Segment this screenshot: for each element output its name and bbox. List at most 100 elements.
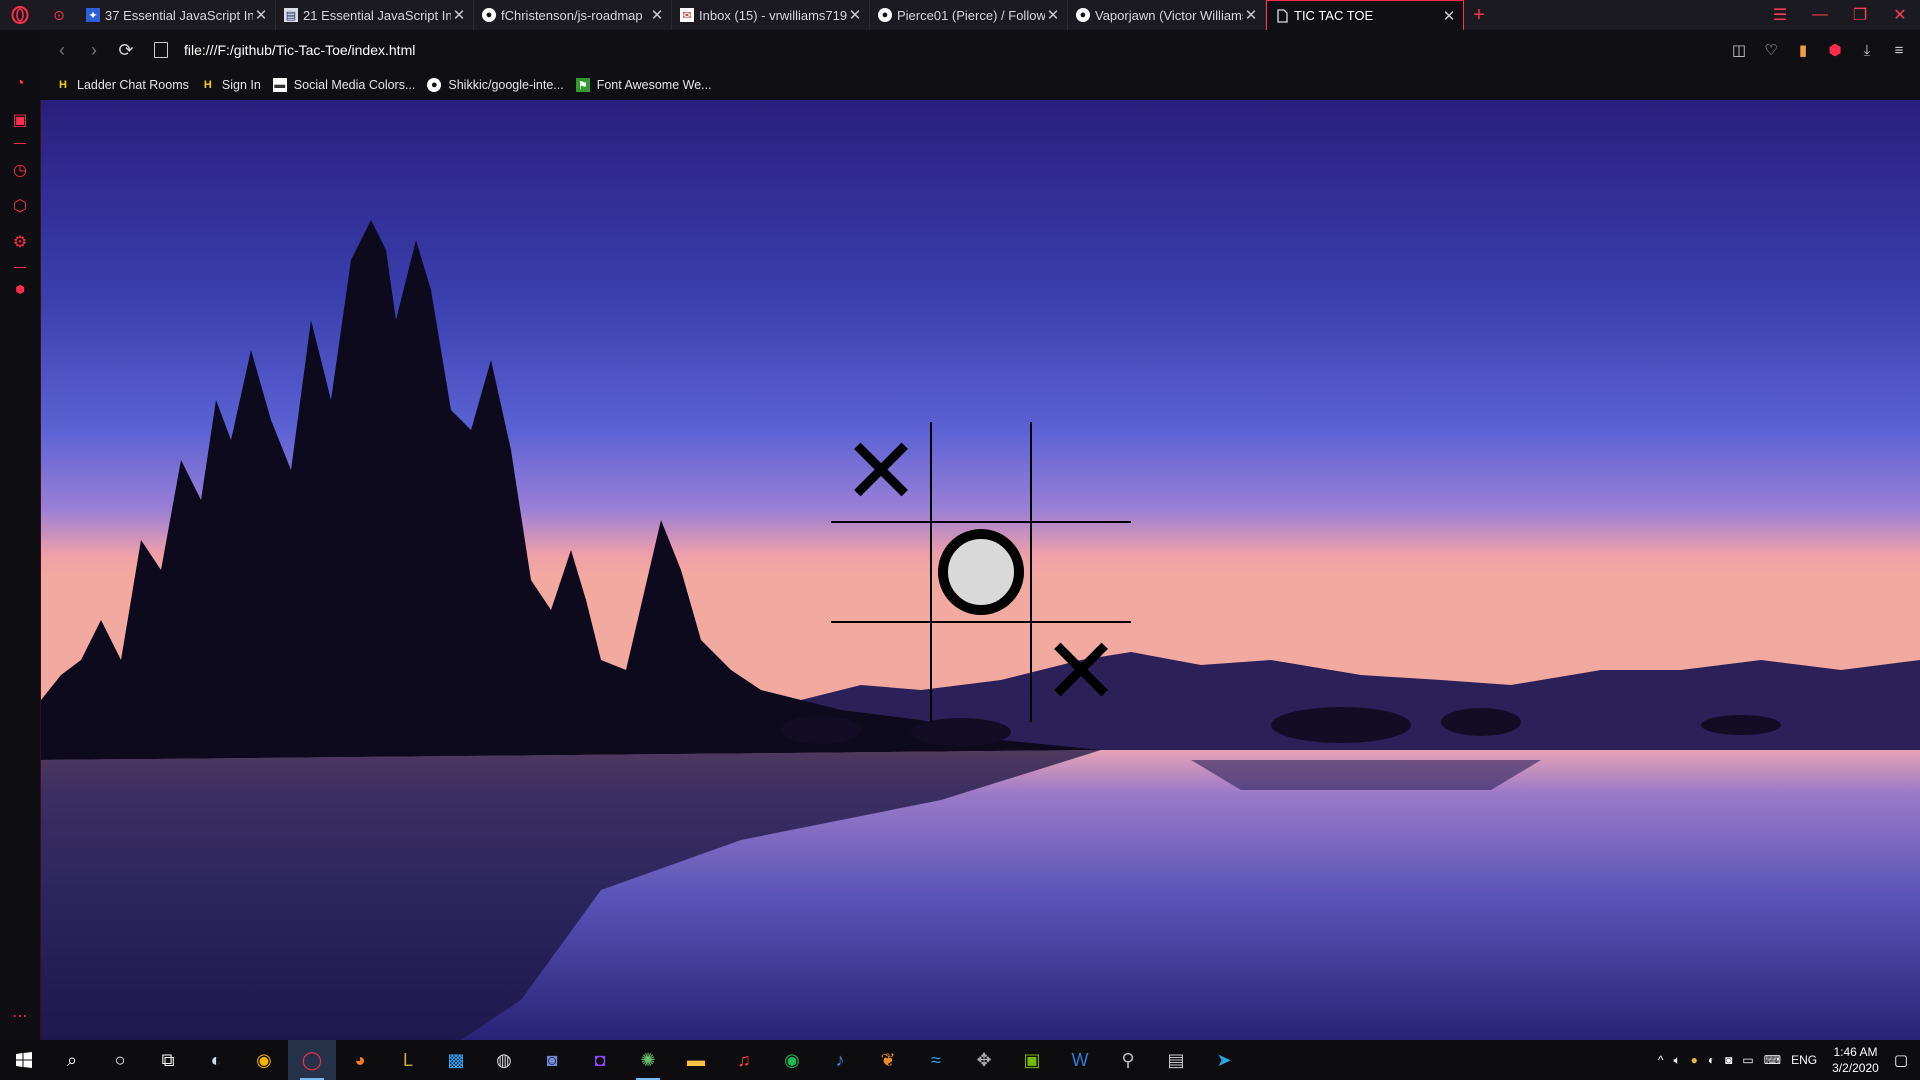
board-cell-6[interactable] — [1031, 522, 1131, 622]
minimize-icon[interactable]: — — [1800, 6, 1840, 24]
opera-logo-icon — [11, 6, 29, 24]
tab-title: Vaporjawn (Victor Williams) — [1095, 7, 1243, 23]
extension-icon[interactable]: ▮ — [1792, 41, 1814, 59]
fontawesome-icon: ⚑ — [575, 78, 590, 92]
url-field[interactable]: file:///F:/github/Tic-Tac-Toe/index.html — [154, 42, 415, 58]
language-indicator[interactable]: ENG — [1791, 1053, 1817, 1067]
clock[interactable]: 1:46 AM 3/2/2020 — [1832, 1044, 1879, 1076]
bookmark-item[interactable]: H Ladder Chat Rooms — [56, 78, 189, 92]
bookmark-item[interactable]: ▬ Social Media Colors... — [272, 78, 415, 92]
network-icon[interactable]: ▭ — [1742, 1053, 1753, 1067]
tray-app-icon[interactable]: ● — [1691, 1053, 1698, 1067]
nvidia-icon[interactable]: ▣ — [1008, 1040, 1056, 1080]
obs-icon[interactable]: ◍ — [480, 1040, 528, 1080]
tab-item[interactable]: ● Pierce01 (Pierce) / Followin ✕ — [870, 0, 1068, 30]
tab-item[interactable]: ✦ 37 Essential JavaScript Inte ✕ — [78, 0, 276, 30]
steam-icon[interactable]: ◐ — [192, 1040, 240, 1080]
board-cell-3[interactable] — [1031, 422, 1131, 522]
keyboard-icon[interactable]: ⌨ — [1764, 1053, 1781, 1067]
restore-icon[interactable]: ❐ — [1840, 5, 1880, 25]
tab-item-active[interactable]: TIC TAC TOE ✕ — [1266, 0, 1464, 30]
sidebar-more-icon[interactable]: ⋯ — [0, 1006, 40, 1026]
gamepad-tab-icon[interactable]: ⊙ — [40, 0, 78, 30]
task-view-icon[interactable]: ⧉ — [144, 1040, 192, 1080]
history-icon[interactable]: ◷ — [0, 160, 40, 180]
tab-item[interactable]: ✉ Inbox (15) - vrwilliams719 ✕ — [672, 0, 870, 30]
discord-icon[interactable]: ◙ — [528, 1040, 576, 1080]
bookmark-item[interactable]: ● Shikkic/google-inte... — [427, 78, 564, 92]
atom-icon[interactable]: ✺ — [624, 1040, 672, 1080]
notifications-icon[interactable]: ▢ — [1894, 1051, 1908, 1069]
bookmark-item[interactable]: H Sign In — [201, 78, 261, 92]
ublock-sidebar-icon[interactable]: ⬢ — [0, 283, 40, 296]
url-text[interactable]: file:///F:/github/Tic-Tac-Toe/index.html — [184, 42, 415, 58]
tab-menu-icon[interactable]: ☰ — [1760, 5, 1800, 25]
speed-dial-icon[interactable]: ◔ — [0, 75, 40, 93]
close-tab-icon[interactable]: ✕ — [1243, 6, 1259, 24]
easy-setup-icon[interactable]: ≡ — [1888, 42, 1910, 59]
tray-overflow-icon[interactable]: ^ — [1658, 1053, 1664, 1067]
reload-icon[interactable]: ⟳ — [110, 40, 142, 61]
twitch-icon[interactable]: ◘ — [576, 1040, 624, 1080]
close-window-icon[interactable]: ✕ — [1880, 5, 1920, 25]
spotify-icon[interactable]: ◉ — [768, 1040, 816, 1080]
tab-item[interactable]: ● Vaporjawn (Victor Williams) ✕ — [1068, 0, 1266, 30]
twitch-sidebar-icon[interactable]: ▣ — [0, 110, 40, 130]
download-icon[interactable]: ⤓ — [1856, 42, 1878, 59]
word-icon[interactable]: W — [1056, 1040, 1104, 1080]
o-mark — [938, 529, 1024, 615]
chrome-icon[interactable]: ◉ — [240, 1040, 288, 1080]
bookmark-label: Font Awesome We... — [596, 78, 712, 92]
windows-start-icon[interactable] — [0, 1040, 48, 1080]
new-tab-button[interactable]: + — [1464, 0, 1494, 30]
board-cell-8[interactable] — [931, 622, 1031, 722]
tab-item[interactable]: ● fChristenson/js-roadmap ✕ — [474, 0, 672, 30]
opera-menu-button[interactable] — [0, 0, 40, 30]
close-tab-icon[interactable]: ✕ — [451, 6, 467, 24]
search-icon[interactable]: ⌕ — [48, 1040, 96, 1080]
github-icon: ● — [878, 8, 892, 22]
board-cell-9[interactable]: ✕ — [1031, 622, 1131, 722]
telegram-icon[interactable]: ➤ — [1200, 1040, 1248, 1080]
windows-taskbar: ⌕ ○ ⧉ ◐ ◉ ◯ ◕ L ▩ ◍ ◙ ◘ ✺ ▬ ♫ ◉ ♪ ❦ ≈ ✥ … — [0, 1040, 1920, 1080]
firefox-icon[interactable]: ◕ — [336, 1040, 384, 1080]
back-icon[interactable]: ‹ — [46, 40, 78, 61]
board-cell-1[interactable]: ✕ — [831, 422, 931, 522]
file-explorer-icon[interactable]: ▬ — [672, 1040, 720, 1080]
extensions-icon[interactable]: ⬡ — [0, 196, 40, 216]
ublock-icon[interactable]: ⬢ — [1824, 41, 1846, 59]
x-mark: ✕ — [1042, 618, 1120, 725]
snapshot-icon[interactable]: ◫ — [1728, 41, 1750, 59]
photoshop-icon[interactable]: ▩ — [432, 1040, 480, 1080]
forward-icon[interactable]: › — [78, 40, 110, 61]
tab-item[interactable]: ▤ 21 Essential JavaScript Inte ✕ — [276, 0, 474, 30]
close-tab-icon[interactable]: ✕ — [847, 6, 863, 24]
tab-title: Pierce01 (Pierce) / Followin — [897, 7, 1045, 23]
close-tab-icon[interactable]: ✕ — [649, 6, 665, 24]
league-icon[interactable]: L — [384, 1040, 432, 1080]
cortana-icon[interactable]: ○ — [96, 1040, 144, 1080]
game-icon[interactable]: ✥ — [960, 1040, 1008, 1080]
close-tab-icon[interactable]: ✕ — [1045, 6, 1061, 24]
steam-tray-icon[interactable]: ◐ — [1708, 1053, 1715, 1067]
close-tab-icon[interactable]: ✕ — [1441, 7, 1457, 25]
bookmark-heart-icon[interactable]: ♡ — [1760, 41, 1782, 59]
opera-icon[interactable]: ◯ — [288, 1040, 336, 1080]
close-tab-icon[interactable]: ✕ — [253, 6, 269, 24]
board-cell-2[interactable] — [931, 422, 1031, 522]
volume-icon[interactable]: 🔈︎ — [1673, 1053, 1680, 1068]
tool-icon[interactable]: ⚲ — [1104, 1040, 1152, 1080]
board-cell-4[interactable] — [831, 522, 931, 622]
fl-studio-icon[interactable]: ❦ — [864, 1040, 912, 1080]
settings-icon[interactable]: ⚙ — [0, 232, 40, 252]
bookmark-item[interactable]: ⚑ Font Awesome We... — [575, 78, 712, 92]
itunes-icon[interactable]: ♫ — [720, 1040, 768, 1080]
board-cell-5[interactable] — [931, 522, 1031, 622]
musescore-icon[interactable]: ♪ — [816, 1040, 864, 1080]
board-cell-7[interactable] — [831, 622, 931, 722]
page-info-icon[interactable] — [154, 42, 168, 58]
discord-tray-icon[interactable]: ◙ — [1725, 1053, 1732, 1067]
printer-icon[interactable]: ▤ — [1152, 1040, 1200, 1080]
dolphin-icon[interactable]: ≈ — [912, 1040, 960, 1080]
tab-title: fChristenson/js-roadmap — [501, 7, 643, 23]
